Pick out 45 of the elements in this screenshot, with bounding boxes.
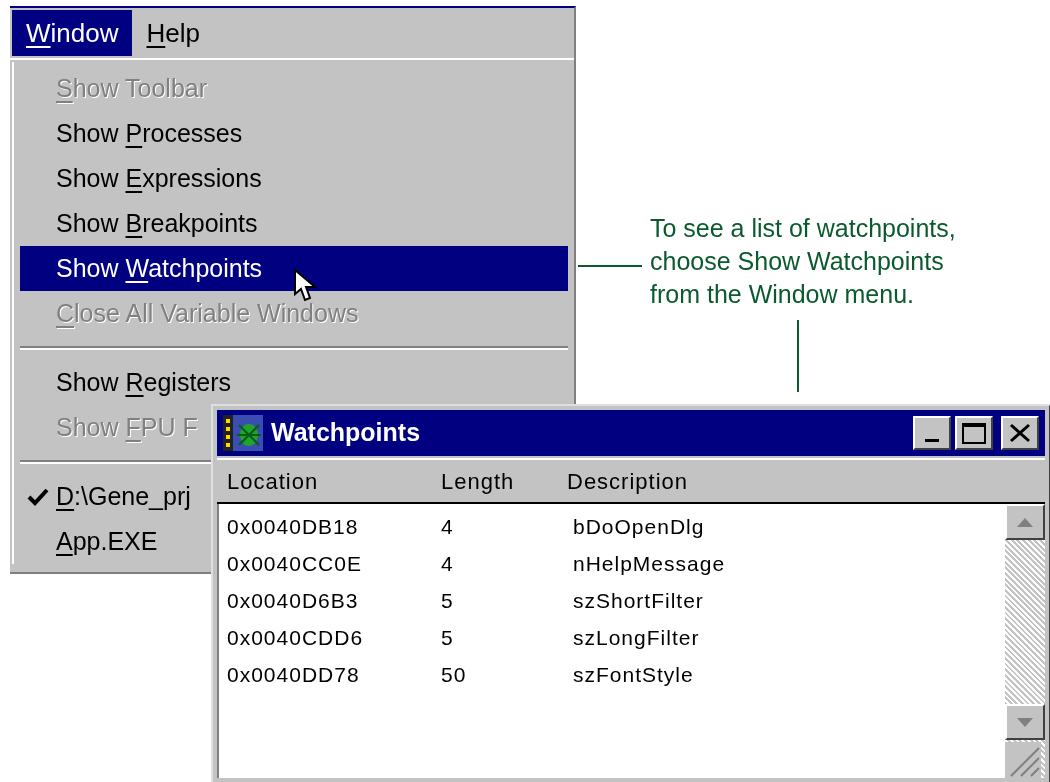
down-arrow-icon — [1017, 717, 1033, 727]
menu-item[interactable]: Show Registers — [20, 360, 236, 405]
resize-grip-icon[interactable] — [1005, 742, 1041, 778]
scroll-down-button[interactable] — [1005, 704, 1045, 740]
table-cell-text: 5 — [440, 587, 455, 614]
check-icon — [27, 487, 49, 506]
menu-bar-item[interactable]: Help — [132, 10, 214, 56]
menu-item[interactable]: D:\Gene_prj — [20, 474, 195, 519]
table-cell-text: szShortFilter — [572, 587, 705, 614]
table-cell-text: 0x0040D6B3 — [226, 587, 360, 614]
column-header[interactable]: Length — [431, 464, 557, 498]
menu-item[interactable]: Show Breakpoints — [20, 201, 262, 246]
window-title: Watchpoints — [271, 417, 422, 449]
table-cell-text: 4 — [440, 513, 455, 540]
mouse-cursor-icon — [293, 268, 319, 302]
column-header[interactable]: Description — [557, 464, 1045, 498]
menu-bar-item[interactable]: Window — [12, 10, 133, 56]
table-cell-text: 50 — [440, 661, 468, 688]
table-cell-text: 0x0040DD78 — [226, 661, 361, 688]
menu-item[interactable]: Show Processes — [20, 111, 247, 156]
menu-item[interactable]: Show Watchpoints — [20, 246, 568, 291]
table-cell-text: 0x0040CC0E — [226, 550, 363, 577]
table-cell-text: szLongFilter — [572, 624, 701, 651]
scrollbar[interactable] — [1005, 504, 1045, 778]
menu-item[interactable]: Show Expressions — [20, 156, 266, 201]
table-cell-text: 5 — [440, 624, 455, 651]
table-cell-text: 0x0040CDD6 — [226, 624, 365, 651]
callout-text: To see a list of watchpoints, choose Show Watchpoints from the Window menu. — [650, 213, 956, 310]
menu-item[interactable]: App.EXE — [20, 519, 162, 564]
minimize-button[interactable] — [913, 416, 951, 450]
table-cell-text: szFontStyle — [572, 661, 695, 688]
table-cell-text: nHelpMessage — [572, 550, 727, 577]
up-arrow-icon — [1017, 517, 1033, 527]
minimize-icon — [925, 439, 939, 443]
close-icon — [1009, 423, 1031, 443]
scroll-up-button[interactable] — [1005, 504, 1045, 540]
maximize-button[interactable] — [955, 416, 993, 450]
leader-line — [796, 320, 800, 392]
column-header[interactable]: Location — [217, 464, 431, 498]
leader-line — [578, 264, 642, 268]
table-cell-text: bDoOpenDlg — [572, 513, 706, 540]
close-button[interactable] — [1001, 416, 1039, 450]
table-cell-text: 0x0040DB18 — [226, 513, 360, 540]
maximize-icon — [962, 422, 986, 444]
table-cell-text: 4 — [440, 550, 455, 577]
